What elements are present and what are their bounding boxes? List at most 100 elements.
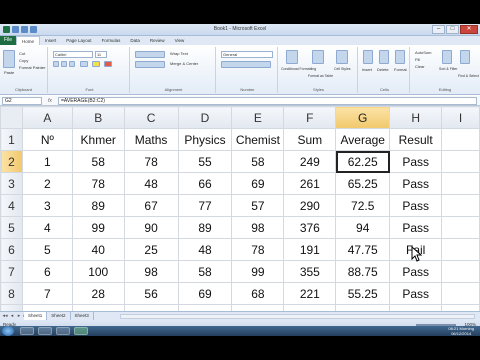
data-cell[interactable]: Pass — [389, 194, 443, 217]
start-button-icon[interactable] — [2, 326, 14, 336]
data-cell[interactable]: 88.75 — [335, 260, 391, 283]
row-header[interactable]: 4 — [0, 194, 23, 217]
cut-button[interactable]: Cut — [19, 51, 25, 56]
column-header-h[interactable]: H — [389, 106, 443, 129]
data-cell[interactable]: 66 — [177, 172, 233, 195]
column-header-c[interactable]: C — [123, 106, 179, 129]
cell-styles-icon[interactable] — [336, 50, 348, 64]
data-cell[interactable]: Pass — [389, 216, 443, 239]
data-cell[interactable]: 68 — [231, 282, 285, 305]
merge-center-button[interactable]: Merge & Center — [170, 61, 198, 66]
close-button[interactable]: ✕ — [460, 25, 478, 34]
data-cell[interactable]: 48 — [177, 238, 233, 261]
copy-button[interactable]: Copy — [19, 58, 28, 63]
font-name-select[interactable]: Calibri — [53, 51, 93, 58]
name-box[interactable]: G2 — [2, 97, 42, 105]
data-cell[interactable]: 65.25 — [335, 172, 391, 195]
taskbar-explorer-icon[interactable] — [38, 327, 52, 335]
data-cell[interactable]: 67 — [123, 194, 179, 217]
data-cell[interactable]: 7 — [21, 282, 73, 305]
column-header-f[interactable]: F — [283, 106, 337, 129]
column-header-b[interactable]: B — [71, 106, 125, 129]
data-cell[interactable]: 56 — [123, 282, 179, 305]
data-cell[interactable]: 48 — [123, 172, 179, 195]
data-cell[interactable]: 40 — [71, 238, 125, 261]
row-header[interactable]: 2 — [0, 150, 23, 173]
format-painter-button[interactable]: Format Painter — [19, 65, 45, 70]
tab-page-layout[interactable]: Page Layout — [61, 36, 96, 45]
empty-cell[interactable] — [441, 260, 480, 283]
header-cell[interactable]: Average — [335, 128, 391, 151]
horizontal-scrollbar[interactable] — [120, 314, 475, 319]
data-cell[interactable]: 2 — [21, 172, 73, 195]
number-format-select[interactable]: General — [221, 51, 273, 58]
data-cell[interactable]: 77 — [177, 194, 233, 217]
data-cell[interactable]: 221 — [283, 282, 337, 305]
header-cell[interactable]: Khmer — [71, 128, 125, 151]
minimize-button[interactable]: – — [432, 25, 445, 34]
number-format-icons[interactable] — [221, 61, 271, 68]
data-cell[interactable]: 355 — [283, 260, 337, 283]
row-header[interactable]: 3 — [0, 172, 23, 195]
data-cell[interactable]: Pass — [389, 282, 443, 305]
taskbar-media-icon[interactable] — [56, 327, 70, 335]
data-cell[interactable]: 55 — [177, 150, 233, 173]
borders-icon[interactable] — [80, 61, 88, 67]
row-header[interactable]: 7 — [0, 260, 23, 283]
empty-cell[interactable] — [441, 238, 480, 261]
italic-icon[interactable] — [61, 61, 67, 67]
next-sheet-button[interactable]: ▸ — [16, 313, 22, 319]
active-cell[interactable]: 62.25 — [335, 150, 391, 173]
fill-color-icon[interactable] — [92, 61, 100, 67]
data-cell[interactable]: 28 — [71, 282, 125, 305]
tab-file[interactable]: File — [0, 36, 16, 45]
data-cell[interactable]: 6 — [21, 260, 73, 283]
prev-sheet-button[interactable]: ◂ — [9, 313, 15, 319]
fill-button[interactable]: Fill — [415, 57, 420, 62]
sort-filter-icon[interactable] — [442, 50, 452, 64]
column-header-e[interactable]: E — [231, 106, 285, 129]
data-cell[interactable]: 4 — [21, 216, 73, 239]
data-cell[interactable]: 89 — [177, 216, 233, 239]
taskbar-excel-icon[interactable] — [74, 327, 88, 335]
data-cell[interactable]: 25 — [123, 238, 179, 261]
data-cell[interactable]: 99 — [71, 216, 125, 239]
data-cell[interactable]: 261 — [283, 172, 337, 195]
row-header[interactable]: 6 — [0, 238, 23, 261]
header-cell[interactable]: Nº — [21, 128, 73, 151]
delete-cells-icon[interactable] — [379, 50, 389, 64]
data-cell[interactable]: 69 — [177, 282, 233, 305]
header-cell[interactable]: Result — [389, 128, 443, 151]
data-cell[interactable]: 89 — [71, 194, 125, 217]
data-cell[interactable]: 3 — [21, 194, 73, 217]
empty-cell[interactable] — [441, 194, 480, 217]
font-size-select[interactable]: 11 — [95, 51, 107, 58]
tab-review[interactable]: Review — [145, 36, 170, 45]
data-cell[interactable]: 58 — [71, 150, 125, 173]
fx-icon[interactable]: fx — [48, 97, 52, 105]
tab-formulas[interactable]: Formulas — [97, 36, 126, 45]
sheet-tab-1[interactable]: Sheet1 — [24, 312, 48, 320]
empty-cell[interactable] — [441, 216, 480, 239]
data-cell[interactable]: 100 — [71, 260, 125, 283]
data-cell[interactable]: Pass — [389, 150, 443, 173]
select-all-corner[interactable] — [0, 106, 23, 129]
find-select-icon[interactable] — [460, 50, 470, 64]
formula-input[interactable]: =AVERAGE(B2:C2) — [58, 97, 477, 105]
wrap-text-button[interactable]: Wrap Text — [170, 51, 188, 56]
tab-data[interactable]: Data — [125, 36, 145, 45]
column-header-a[interactable]: A — [21, 106, 73, 129]
data-cell[interactable]: 58 — [177, 260, 233, 283]
header-cell[interactable]: Physics — [177, 128, 233, 151]
empty-cell[interactable] — [441, 172, 480, 195]
autosum-button[interactable]: AutoSum — [415, 50, 431, 55]
row-header[interactable]: 1 — [0, 128, 23, 151]
data-cell[interactable]: 249 — [283, 150, 337, 173]
data-cell[interactable]: 69 — [231, 172, 285, 195]
data-cell[interactable]: 78 — [231, 238, 285, 261]
empty-cell[interactable] — [441, 128, 480, 151]
align-horizontal-icons[interactable] — [135, 61, 165, 68]
underline-icon[interactable] — [69, 61, 75, 67]
header-cell[interactable]: Maths — [123, 128, 179, 151]
data-cell[interactable]: Pass — [389, 172, 443, 195]
